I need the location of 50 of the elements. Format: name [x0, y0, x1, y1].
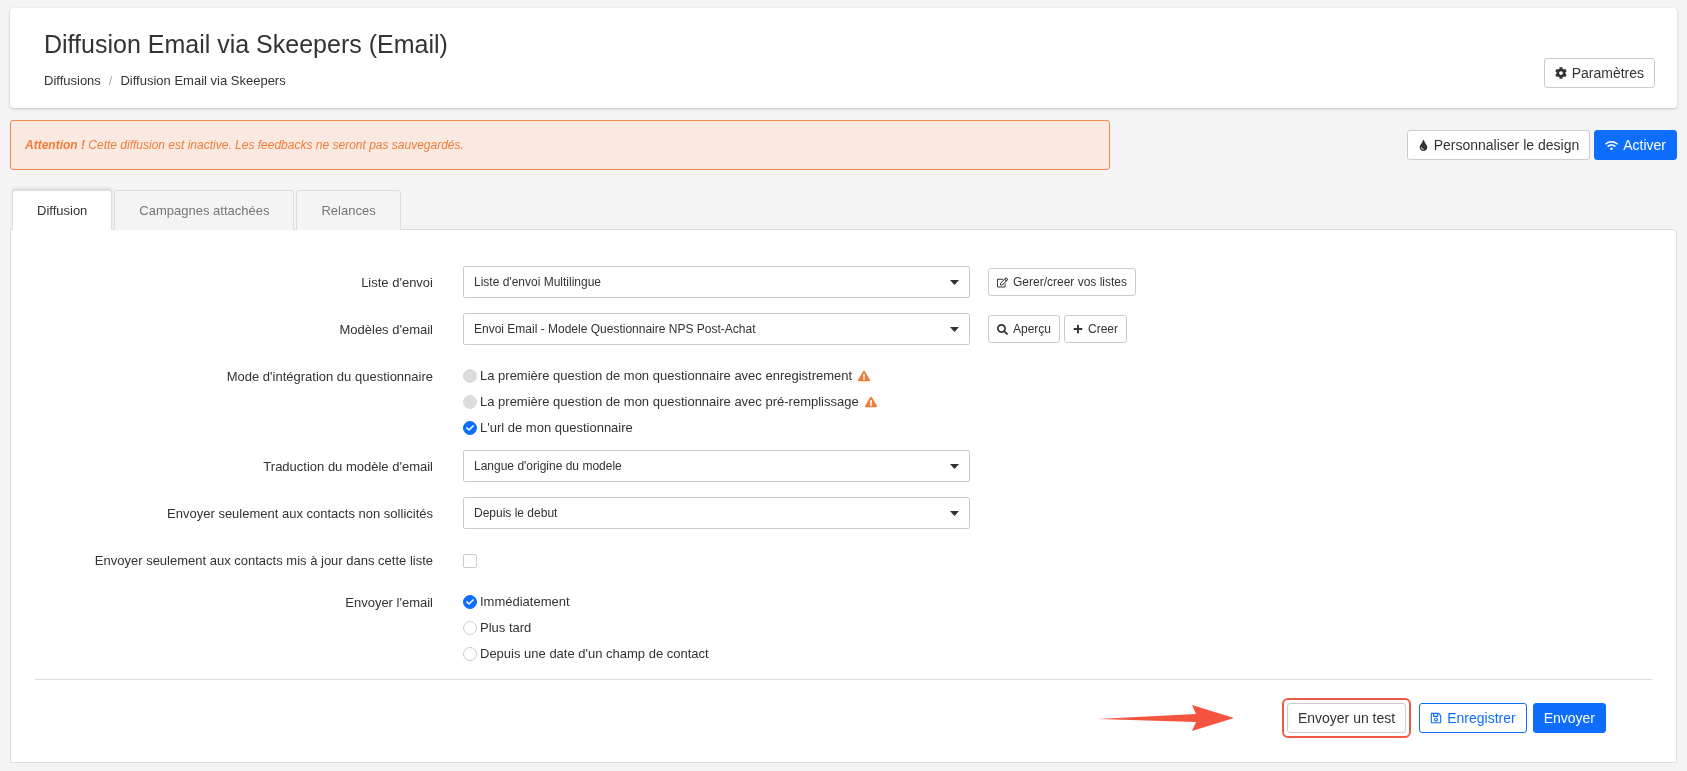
form-button[interactable]: Aperçu [988, 315, 1061, 343]
plus-icon [1073, 324, 1084, 334]
form-button[interactable]: Creer [1064, 315, 1128, 343]
customize-design-button[interactable]: Personnaliser le design [1406, 130, 1591, 160]
tab[interactable]: Diffusion [12, 190, 113, 230]
send-button[interactable]: Envoyer [1532, 703, 1606, 733]
dropdown-field[interactable]: Langue d'origine du modele [463, 450, 970, 482]
radio-option[interactable]: Immédiatement [463, 594, 1652, 609]
field-label: Modèles d'email [338, 321, 433, 337]
caret-icon [950, 279, 959, 285]
check-icon [466, 423, 474, 432]
tab[interactable]: Campagnes attachées [114, 190, 295, 230]
dropdown-field[interactable]: Depuis le debut [463, 497, 970, 529]
field-label: Envoyer seulement aux contacts mis à jour dans cette liste [93, 552, 433, 568]
caret-icon [950, 510, 959, 516]
radio-option[interactable]: Plus tard [463, 620, 1652, 635]
settings-button[interactable]: Paramètres [1543, 58, 1655, 88]
send-test-button[interactable]: Envoyer un test [1286, 703, 1407, 733]
search-icon [997, 323, 1008, 335]
edit-icon [997, 276, 1008, 288]
save-button[interactable]: Enregistrer [1419, 703, 1527, 733]
check-icon [466, 597, 474, 606]
tab[interactable]: Relances [296, 190, 401, 230]
breadcrumb-separator: / [108, 73, 113, 88]
radio-button[interactable] [463, 620, 477, 635]
field-label: Liste d'envoi [360, 274, 433, 290]
gear-icon [1554, 67, 1567, 79]
caret-icon [950, 326, 959, 332]
caret-icon [950, 463, 959, 469]
wifi-icon [1605, 138, 1619, 152]
drop-icon [1417, 139, 1429, 151]
field-label: Traduction du modèle d'email [262, 458, 433, 474]
radio-button[interactable] [463, 646, 477, 661]
page-title: Diffusion Email via Skeepers (Email) [44, 30, 448, 59]
breadcrumb-link[interactable]: Diffusion Email via Skeepers [120, 73, 286, 88]
dropdown-field[interactable]: Liste d'envoi Multilingue [463, 266, 970, 298]
field-label: Envoyer l'email [344, 594, 433, 610]
activate-button[interactable]: Activer [1594, 130, 1677, 160]
alert-text: Attention ! Cette diffusion est inactive. Les feedbacks ne seront pas sauvegardés. [25, 138, 464, 152]
radio-option[interactable]: Depuis une date d'un champ de contact [463, 646, 1652, 661]
dropdown-field[interactable]: Envoi Email - Modele Questionnaire NPS Post-Achat [463, 313, 970, 345]
field-label: Mode d'intégration du questionnaire [225, 368, 433, 384]
radio-button[interactable] [463, 420, 477, 435]
breadcrumb-link[interactable]: Diffusions [44, 73, 101, 88]
radio-option[interactable]: L'url de mon questionnaire [463, 420, 1652, 435]
field-label: Envoyer seulement aux contacts non sollicités [166, 505, 433, 521]
radio-button[interactable] [463, 594, 477, 609]
save-icon [1430, 712, 1443, 724]
checkbox[interactable] [463, 554, 477, 568]
form-button[interactable]: Gerer/creer vos listes [988, 268, 1137, 296]
